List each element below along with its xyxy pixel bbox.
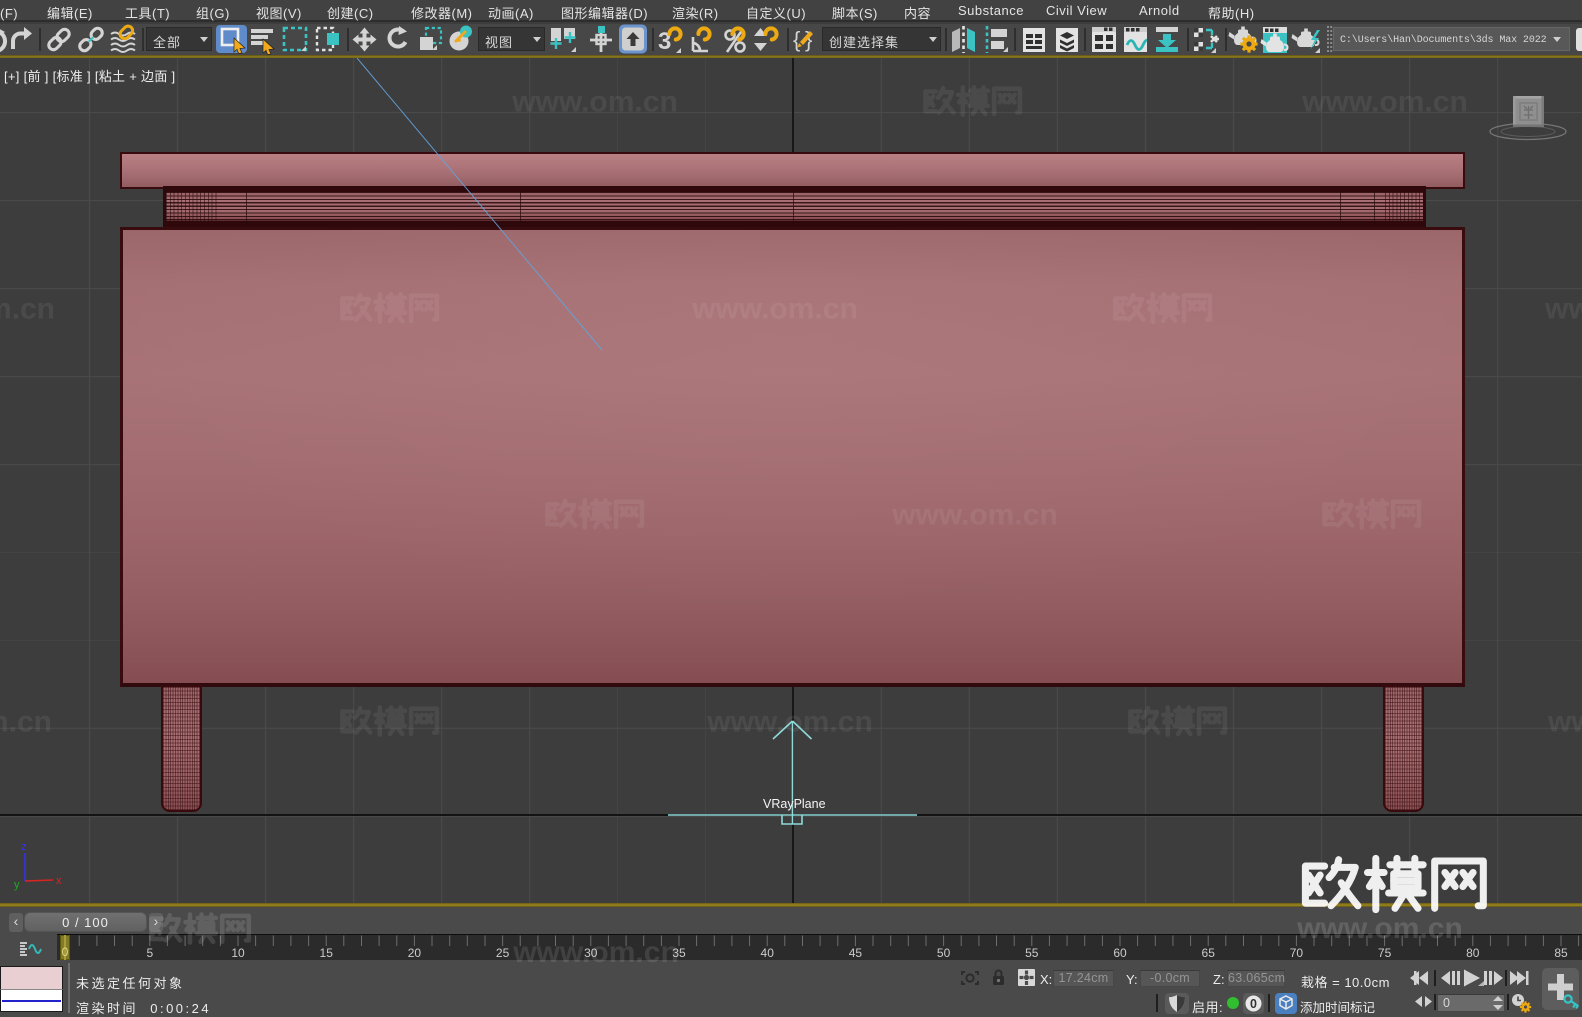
svg-text:40: 40 (761, 946, 775, 960)
svg-text:45: 45 (849, 946, 863, 960)
svg-text:www.om.cn: www.om.cn (1301, 86, 1468, 119)
svg-text:70: 70 (1290, 946, 1304, 960)
svg-text:www.om.cn: www.om.cn (511, 86, 678, 119)
svg-text:85: 85 (1554, 946, 1568, 960)
svg-text:75: 75 (1378, 946, 1392, 960)
svg-text:80: 80 (1466, 946, 1480, 960)
svg-text:25: 25 (496, 946, 510, 960)
svg-text:65: 65 (1202, 946, 1216, 960)
svg-text:www.om.cn: www.om.cn (691, 293, 858, 326)
svg-text:om.cn: om.cn (0, 293, 55, 326)
svg-text:15: 15 (320, 946, 334, 960)
svg-text:0: 0 (1250, 997, 1257, 1011)
svg-text:www.o: www.o (1547, 706, 1582, 739)
svg-text:20: 20 (408, 946, 422, 960)
svg-text:50: 50 (937, 946, 951, 960)
svg-text:60: 60 (1113, 946, 1127, 960)
svg-text:www.om.cn: www.om.cn (706, 706, 873, 739)
svg-text:10: 10 (231, 946, 245, 960)
svg-text:www.om.cn: www.om.cn (891, 499, 1058, 532)
svg-text:55: 55 (1025, 946, 1039, 960)
svg-text:5: 5 (146, 946, 153, 960)
svg-text:30: 30 (584, 946, 598, 960)
svg-text:{: { (793, 27, 800, 52)
svg-text:om.cn: om.cn (0, 706, 52, 739)
svg-text:www.: www. (1544, 293, 1582, 326)
svg-text:35: 35 (672, 946, 686, 960)
